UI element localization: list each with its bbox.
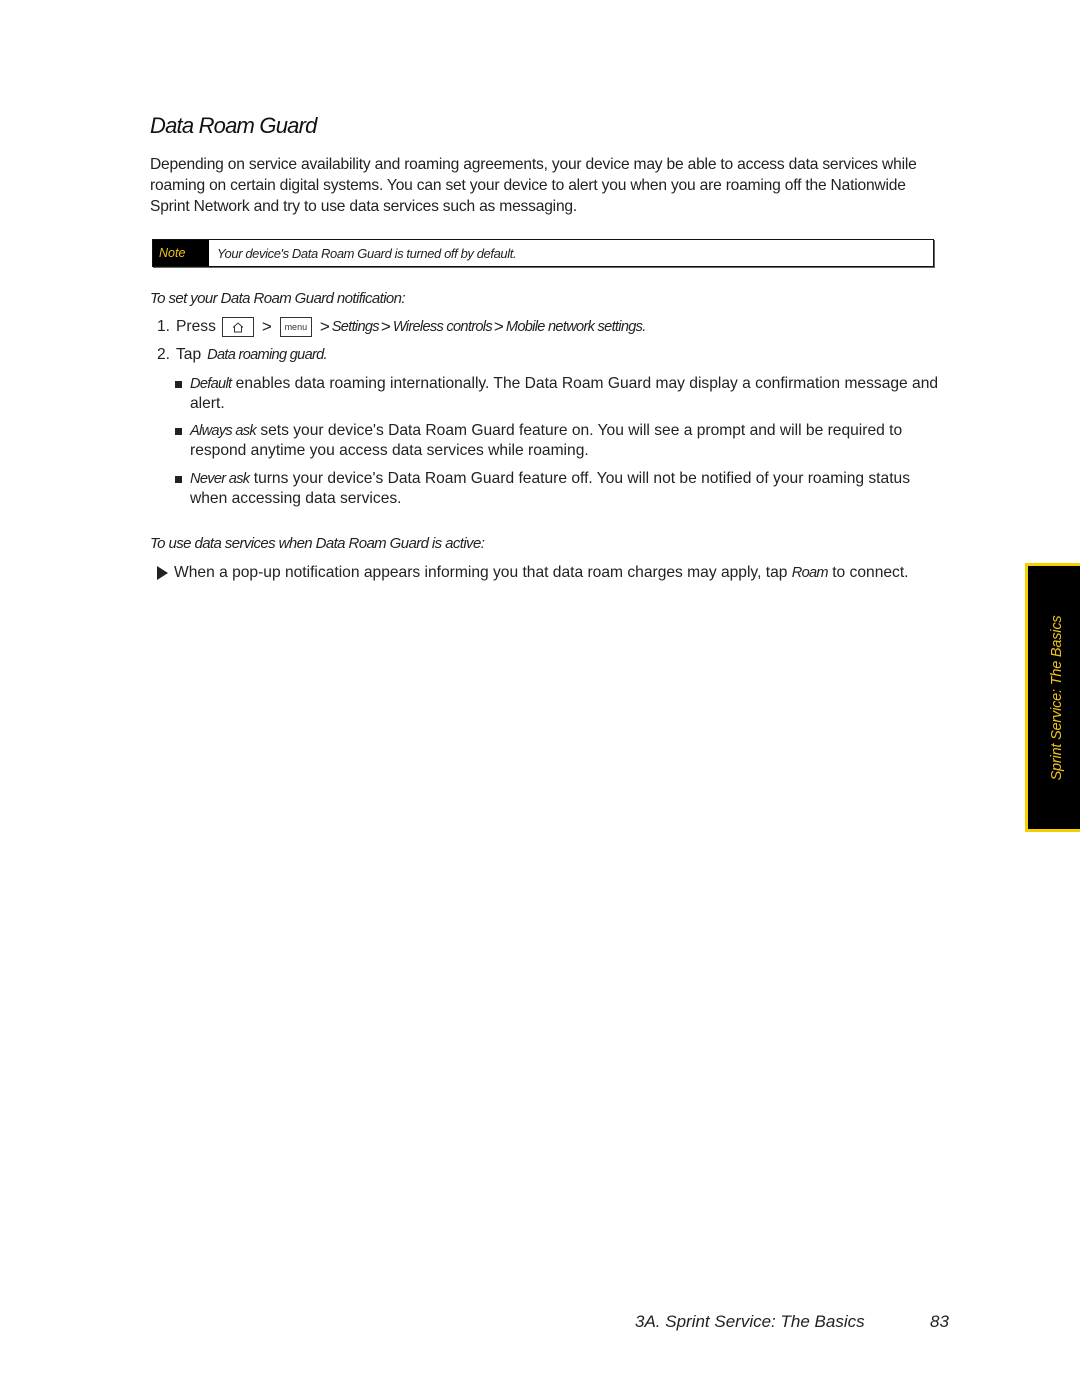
step-target: Data roaming guard.	[207, 347, 327, 363]
use-step-text: When a pop-up notification appears infor…	[174, 564, 909, 581]
step-number: 1.	[157, 318, 171, 335]
step-prefix: Press	[176, 318, 216, 335]
step-prefix: Tap	[176, 346, 202, 363]
home-icon	[232, 322, 244, 333]
path-separator: >	[493, 317, 504, 336]
option-text: Always ask sets your device's Data Roam …	[190, 422, 903, 459]
procedure-heading-set: To set your Data Roam Guard notification…	[150, 290, 406, 307]
note-text: Your device's Data Roam Guard is turned …	[217, 245, 517, 261]
chapter-side-tab: Sprint Service: The Basics	[1025, 563, 1080, 832]
chapter-side-tab-label: Sprint Service: The Basics	[1048, 615, 1065, 780]
use-step: When a pop-up notification appears infor…	[157, 563, 927, 583]
step-number: 2.	[157, 346, 171, 363]
bullet-square-icon	[175, 381, 182, 388]
home-key-button	[221, 317, 254, 337]
footer-section-title: 3A. Sprint Service: The Basics	[635, 1312, 865, 1331]
footer-page-number: 83	[930, 1312, 949, 1331]
path-settings: Settings	[331, 319, 380, 335]
path-mobile-network-settings: Mobile network settings.	[505, 319, 646, 335]
option-text: Never ask turns your device's Data Roam …	[190, 470, 910, 507]
bullet-square-icon	[175, 428, 182, 435]
option-never-ask: Never ask turns your device's Data Roam …	[175, 469, 945, 509]
roam-term: Roam	[791, 565, 829, 581]
path-separator: >	[261, 317, 272, 336]
note-label: Note	[153, 240, 209, 266]
path-wireless-controls: Wireless controls	[392, 319, 493, 335]
option-default: Default enables data roaming internation…	[175, 374, 945, 414]
path-separator: >	[380, 317, 391, 336]
option-term: Default	[190, 376, 232, 392]
option-term: Always ask	[190, 423, 257, 439]
option-always-ask: Always ask sets your device's Data Roam …	[175, 421, 945, 461]
bullet-square-icon	[175, 476, 182, 483]
arrow-right-icon	[157, 566, 168, 580]
menu-key-button: menu	[279, 317, 312, 337]
note-box: Note Your device's Data Roam Guard is tu…	[152, 239, 934, 267]
path-separator: >	[319, 317, 330, 336]
option-term: Never ask	[190, 471, 250, 487]
intro-paragraph: Depending on service availability and ro…	[150, 156, 917, 215]
step-2: 2. Tap Data roaming guard.	[157, 346, 328, 364]
option-text: Default enables data roaming internation…	[190, 375, 939, 412]
procedure-heading-use: To use data services when Data Roam Guar…	[150, 535, 485, 552]
page-title: Data Roam Guard	[150, 113, 317, 138]
step-1: 1. Press > menu > Settings > Wireless co…	[157, 317, 646, 337]
